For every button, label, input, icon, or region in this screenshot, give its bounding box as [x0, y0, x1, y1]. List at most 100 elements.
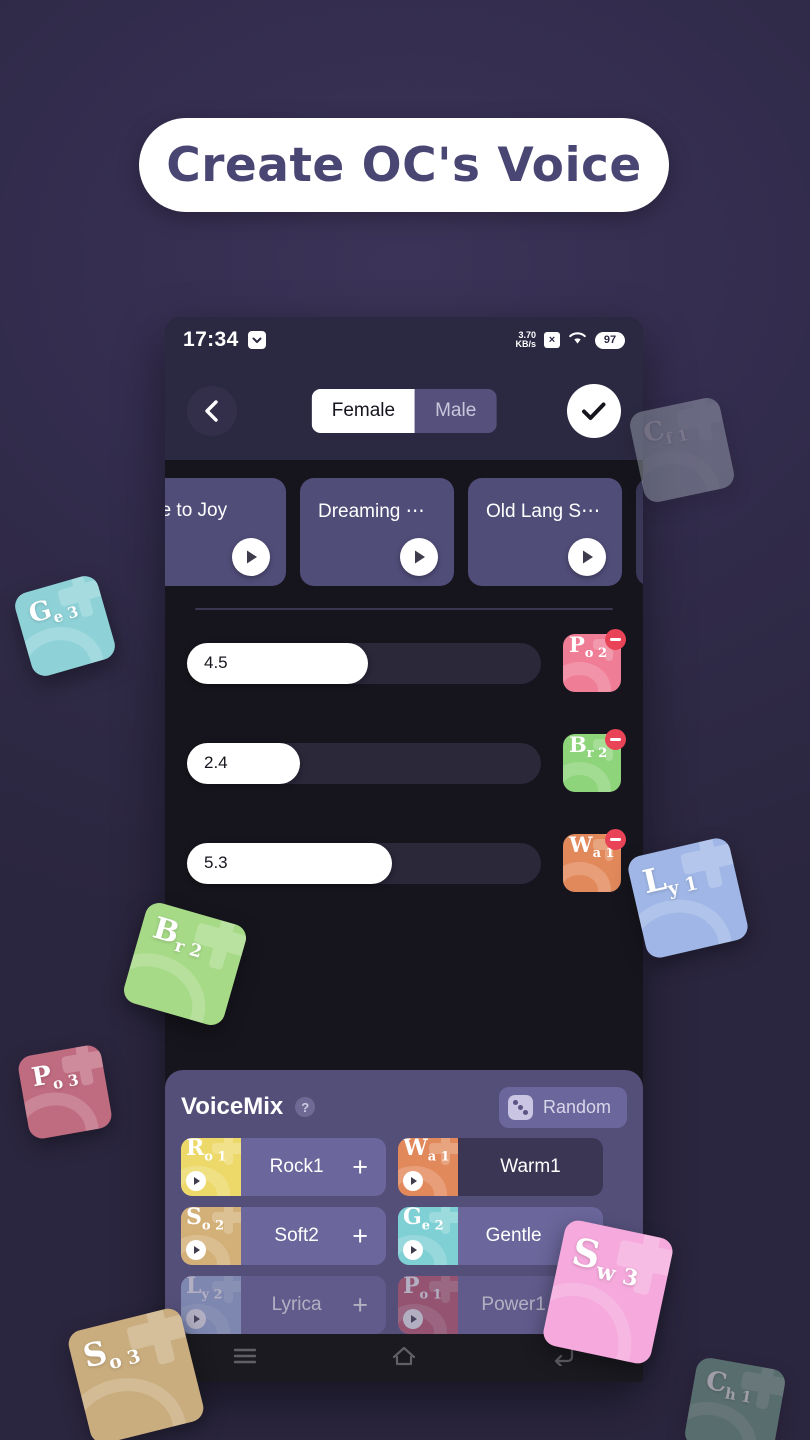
play-icon	[582, 550, 593, 564]
add-preset-button[interactable]: +	[352, 1222, 386, 1250]
preset-name: Soft2	[274, 1225, 319, 1246]
slider-value-2: 2.4	[204, 753, 228, 772]
check-icon	[582, 402, 606, 420]
back-chevron-icon	[205, 400, 218, 422]
random-button-label: Random	[542, 1096, 611, 1117]
minus-icon	[610, 738, 621, 741]
wifi-icon	[568, 331, 587, 350]
floating-card-label: So 3	[79, 1333, 143, 1376]
add-preset-button[interactable]: +	[352, 1291, 386, 1319]
minus-icon	[610, 838, 621, 841]
slider-track-2[interactable]: 2.4	[187, 742, 541, 784]
preset-name: Warm1	[500, 1156, 561, 1177]
gender-option-female[interactable]: Female	[311, 389, 416, 433]
add-preset-button[interactable]: +	[352, 1153, 386, 1181]
song-carousel-track: de to Joy Dreaming ⋯ Old Lang S⋯ De	[165, 478, 643, 586]
voicemix-preset-lyrica[interactable]: Ly 2 Lyrica +	[181, 1276, 386, 1334]
preset-thumbnail: Ly 2	[181, 1276, 241, 1334]
status-bar: 17:34 3.70 KB/s × 97	[165, 317, 643, 363]
floating-card-label: Po 3	[29, 1060, 81, 1094]
preset-code-label: Po 1	[403, 1276, 442, 1303]
slider-fill-3[interactable]: 5.3	[187, 842, 393, 884]
status-time: 17:34	[183, 328, 239, 351]
slider-value-3: 5.3	[204, 853, 228, 872]
preset-name: Gentle	[485, 1225, 542, 1246]
voicemix-preset-soft2[interactable]: So 2 Soft2 +	[181, 1207, 386, 1265]
song-card[interactable]: Dreaming ⋯	[300, 478, 454, 586]
preview-play-button[interactable]	[403, 1240, 423, 1260]
song-title: de to Joy	[165, 500, 228, 521]
slider-fill-1[interactable]: 4.5	[187, 642, 368, 684]
song-card[interactable]: de to Joy	[165, 478, 286, 586]
voice-chip-bright2[interactable]: Br 2	[563, 729, 626, 792]
preset-code-label: Ro 1	[186, 1138, 227, 1165]
slider-track-3[interactable]: 5.3	[187, 842, 541, 884]
voicemix-preset-warm1[interactable]: Wa 1 Warm1	[398, 1138, 603, 1196]
song-card[interactable]: De	[636, 478, 643, 586]
preview-play-button[interactable]	[403, 1171, 423, 1191]
page-title: Create OC's Voice	[166, 137, 642, 193]
voicemix-header: VoiceMix ? Random	[181, 1086, 627, 1128]
voice-chip-label: Po 2	[569, 632, 608, 662]
page-title-pill: Create OC's Voice	[139, 118, 669, 212]
floating-voice-card-ge3: Ge 3	[11, 572, 119, 680]
play-button[interactable]	[400, 538, 438, 576]
minus-icon	[610, 638, 621, 641]
play-icon	[410, 1315, 417, 1323]
gender-option-male[interactable]: Male	[415, 389, 497, 433]
home-button[interactable]	[391, 1345, 417, 1372]
song-card[interactable]: Old Lang S⋯	[468, 478, 622, 586]
preview-play-button[interactable]	[186, 1309, 206, 1329]
voice-chip-label: Br 2	[569, 732, 608, 762]
voice-chip-warm1[interactable]: Wa 1	[563, 829, 626, 892]
slider-track-1[interactable]: 4.5	[187, 642, 541, 684]
slider-row: 4.5 Po 2	[187, 629, 626, 692]
help-icon[interactable]: ?	[295, 1097, 316, 1117]
app-header: Female Male	[165, 363, 643, 459]
gender-toggle[interactable]: Female Male	[311, 389, 497, 433]
play-icon	[193, 1315, 200, 1323]
song-title: Dreaming ⋯	[318, 501, 425, 522]
play-button[interactable]	[568, 538, 606, 576]
remove-voice-button[interactable]	[605, 729, 626, 750]
preset-code-label: Ge 2	[403, 1207, 444, 1234]
floating-voice-card-po3: Po 3	[16, 1043, 114, 1141]
slider-fill-2[interactable]: 2.4	[187, 742, 301, 784]
song-carousel[interactable]: de to Joy Dreaming ⋯ Old Lang S⋯ De	[165, 478, 643, 586]
back-button[interactable]	[187, 386, 237, 436]
play-icon	[193, 1177, 200, 1185]
slider-row: 5.3 Wa 1	[187, 829, 626, 892]
preview-play-button[interactable]	[186, 1240, 206, 1260]
phone-top-section: 17:34 3.70 KB/s × 97 Female Male	[165, 317, 643, 460]
notification-icon	[247, 331, 266, 349]
confirm-button[interactable]	[567, 384, 621, 438]
dice-icon	[507, 1094, 533, 1120]
floating-voice-card-ch1: Ch 1	[682, 1355, 788, 1440]
preview-play-button[interactable]	[186, 1171, 206, 1191]
preview-play-button[interactable]	[403, 1309, 423, 1329]
preset-code-label: Ly 2	[186, 1276, 223, 1303]
preset-thumbnail: Ro 1	[181, 1138, 241, 1196]
play-button[interactable]	[232, 538, 270, 576]
voicemix-title: VoiceMix	[181, 1093, 284, 1120]
remove-voice-button[interactable]	[605, 629, 626, 650]
play-icon	[414, 550, 425, 564]
status-right-group: 3.70 KB/s × 97	[515, 331, 625, 350]
voice-parameter-sliders: 4.5 Po 2 2.4 Br 2 5.3 Wa 1	[165, 610, 643, 892]
network-rate: 3.70 KB/s	[515, 331, 536, 349]
preset-thumbnail: Ge 2	[398, 1207, 458, 1265]
play-icon	[246, 550, 257, 564]
play-icon	[410, 1246, 417, 1254]
preset-thumbnail: Wa 1	[398, 1138, 458, 1196]
remove-voice-button[interactable]	[605, 829, 626, 850]
voice-chip-power2[interactable]: Po 2	[563, 629, 626, 692]
preset-thumbnail: So 2	[181, 1207, 241, 1265]
random-button[interactable]: Random	[498, 1086, 627, 1128]
recents-button[interactable]	[232, 1347, 258, 1370]
preset-thumbnail: Po 1	[398, 1276, 458, 1334]
preset-name: Lyrica	[271, 1294, 322, 1315]
preset-code-label: So 2	[186, 1207, 225, 1234]
floating-voice-card-cf1: Cf 1	[627, 395, 737, 505]
arc-watermark-icon	[563, 861, 611, 892]
voicemix-preset-rock1[interactable]: Ro 1 Rock1 +	[181, 1138, 386, 1196]
